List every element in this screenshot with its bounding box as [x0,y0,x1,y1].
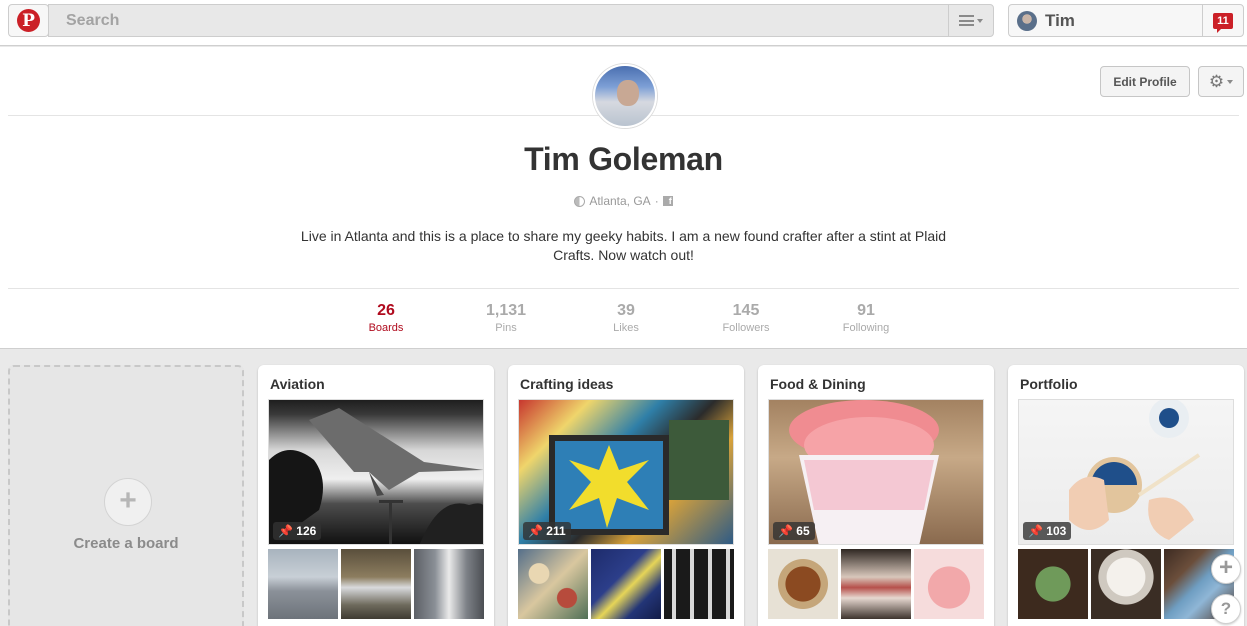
board-title: Crafting ideas [520,376,614,392]
board-thumbnail[interactable] [341,549,411,619]
board-thumbnail[interactable] [664,549,734,619]
separator: · [654,194,659,208]
stat-pins[interactable]: 1,131 Pins [446,302,566,334]
board-card-portfolio[interactable]: Portfolio 📌 103 [1008,365,1244,626]
profile-header: Edit Profile ⚙ Tim Goleman Atlanta, GA ·… [0,47,1247,349]
board-title: Portfolio [1020,376,1078,392]
board-title: Aviation [270,376,325,392]
profile-bio: Live in Atlanta and this is a place to s… [300,228,947,263]
stat-value: 26 [377,302,395,319]
board-thumbnail[interactable] [841,549,911,619]
profile-name: Tim Goleman [524,141,723,177]
pin-count-badge: 📌 126 [273,522,322,540]
menu-icon [959,15,974,26]
user-menu-button[interactable]: Tim 11 [1008,4,1244,37]
avatar [1017,11,1037,31]
search-menu-button[interactable] [948,5,993,36]
stat-label: Boards [368,322,404,334]
profile-location: Atlanta, GA · f [0,194,1247,208]
create-board-card[interactable]: + Create a board [8,365,244,626]
board-card-crafting-ideas[interactable]: Crafting ideas 📌 211 [508,365,744,626]
board-cover-image[interactable]: 📌 126 [268,399,484,545]
stat-likes[interactable]: 39 Likes [566,302,686,334]
search-input[interactable] [49,5,947,36]
stat-followers[interactable]: 145 Followers [686,302,806,334]
facebook-icon[interactable]: f [662,196,673,206]
board-thumbnail[interactable] [518,549,588,619]
board-thumbnail[interactable] [591,549,661,619]
stat-value: 1,131 [485,302,527,319]
globe-icon [574,195,586,207]
board-title: Food & Dining [770,376,866,392]
board-thumbnail[interactable] [1018,549,1088,619]
profile-stats: 26 Boards 1,131 Pins 39 Likes 145 Follow… [326,302,926,342]
user-name: Tim [1045,11,1075,30]
board-cover-image[interactable]: 📌 211 [518,399,734,545]
board-thumbnail[interactable] [1091,549,1161,619]
stat-label: Pins [495,322,517,334]
plus-icon: + [104,478,152,526]
help-button[interactable]: ? [1211,594,1241,624]
board-card-food-dining[interactable]: Food & Dining 📌 65 [758,365,994,626]
board-card-aviation[interactable]: Aviation 📌 126 [258,365,494,626]
stat-label: Following [842,322,890,334]
stat-value: 145 [732,302,760,319]
add-pin-button[interactable]: + [1211,554,1241,584]
profile-avatar[interactable] [593,64,657,128]
divider [8,288,1239,289]
settings-button[interactable]: ⚙ [1198,66,1244,97]
top-header: P Tim 11 [0,0,1247,46]
location-text: Atlanta, GA [589,194,651,208]
gear-icon: ⚙ [1208,71,1225,91]
board-thumbnail[interactable] [414,549,484,619]
board-cover-image[interactable]: 📌 65 [768,399,984,545]
stat-label: Likes [613,322,639,334]
pin-count-badge: 📌 211 [523,522,571,540]
edit-profile-button[interactable]: Edit Profile [1100,66,1190,97]
board-thumbnail[interactable] [268,549,338,619]
chevron-down-icon [1227,79,1234,84]
chevron-down-icon [977,18,983,23]
pinterest-logo-icon: P [17,9,40,32]
notification-badge: 11 [1213,12,1233,33]
create-board-label: Create a board [73,535,179,552]
board-thumbnail[interactable] [768,549,838,619]
board-thumbnail[interactable] [914,549,984,619]
pin-count-badge: 📌 65 [773,522,815,540]
pinterest-logo-button[interactable]: P [8,4,49,37]
stat-value: 91 [857,302,875,319]
stat-boards[interactable]: 26 Boards [326,302,446,334]
stat-value: 39 [617,302,635,319]
search-bar [48,4,994,37]
stat-following[interactable]: 91 Following [806,302,926,334]
stat-label: Followers [722,322,770,334]
notifications-button[interactable]: 11 [1202,5,1243,36]
pin-count-badge: 📌 103 [1023,522,1072,540]
board-cover-image[interactable]: 📌 103 [1018,399,1234,545]
